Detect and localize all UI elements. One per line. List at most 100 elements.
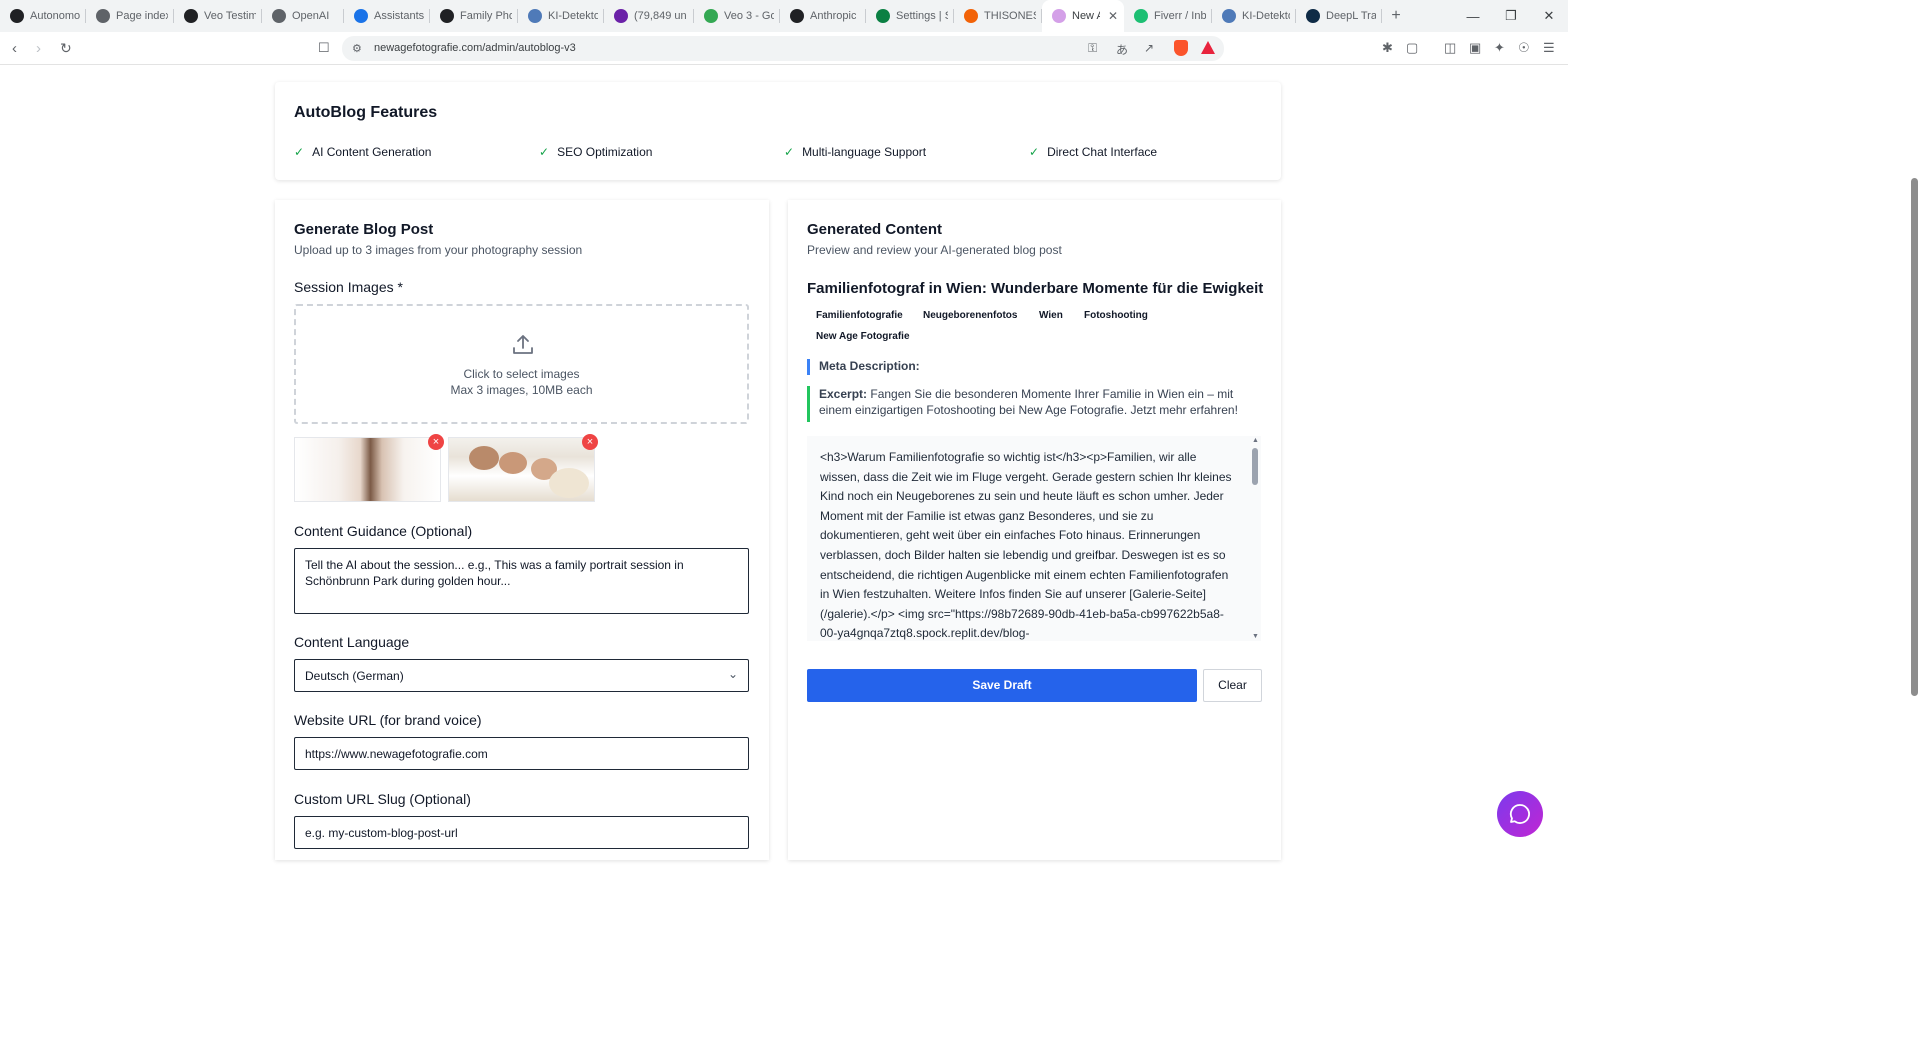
- tab-label: Fiverr / Inb: [1154, 10, 1206, 22]
- back-icon[interactable]: ‹: [12, 40, 17, 57]
- browser-tab[interactable]: Family Pho: [430, 0, 518, 32]
- browser-tab[interactable]: Settings | S: [866, 0, 954, 32]
- language-value: Deutsch (German): [305, 669, 404, 683]
- generate-subtitle: Upload up to 3 images from your photogra…: [294, 243, 583, 257]
- chat-button[interactable]: [1497, 791, 1543, 837]
- forward-icon[interactable]: ›: [36, 40, 41, 57]
- browser-tab[interactable]: Anthropic: [780, 0, 866, 32]
- upload-icon: [513, 335, 533, 354]
- check-icon: ✓: [539, 145, 550, 159]
- openai-icon: [184, 9, 198, 23]
- browser-tab[interactable]: Page index: [86, 0, 174, 32]
- post-tag: Familienfotografie: [816, 310, 903, 321]
- session-images-label: Session Images *: [294, 279, 403, 295]
- browser-tab[interactable]: OpenAI: [262, 0, 344, 32]
- brave-shield-icon[interactable]: [1174, 40, 1188, 56]
- sidebar-icon[interactable]: ◫: [1444, 40, 1456, 56]
- browser-toolbar: ‹ › ↻ ☐ ⚙ newagefotografie.com/admin/aut…: [0, 32, 1568, 65]
- tab-search-icon[interactable]: ▢: [1406, 40, 1418, 56]
- feature-label: Multi-language Support: [802, 145, 927, 159]
- post-tag: Wien: [1039, 310, 1063, 321]
- browser-tab[interactable]: KI-Detekto: [518, 0, 604, 32]
- website-input[interactable]: https://www.newagefotografie.com: [294, 737, 749, 770]
- guidance-textarea[interactable]: Tell the AI about the session... e.g., T…: [294, 548, 749, 614]
- content-preview[interactable]: <h3>Warum Familienfotografie so wichtig …: [807, 436, 1261, 641]
- minimize-icon[interactable]: —: [1454, 9, 1492, 24]
- session-photo: [449, 438, 594, 501]
- browser-tab[interactable]: KI-Detekto: [1212, 0, 1296, 32]
- browser-tab[interactable]: Assistants: [344, 0, 430, 32]
- openai-icon: [10, 9, 24, 23]
- remove-image-button[interactable]: ×: [582, 434, 598, 450]
- browser-tab[interactable]: Veo 3 - Go: [694, 0, 780, 32]
- tab-label: DeepL Tra: [1326, 10, 1376, 22]
- key-icon[interactable]: ⚿: [1088, 41, 1097, 56]
- deepl-icon: [1306, 9, 1320, 23]
- scroll-down-icon[interactable]: ▼: [1252, 633, 1259, 640]
- tab-label: (79,849 un: [634, 10, 687, 22]
- browser-tab[interactable]: Autonomo: [0, 0, 86, 32]
- reload-icon[interactable]: ↻: [60, 40, 72, 57]
- tab-active[interactable]: New A ✕: [1042, 0, 1124, 32]
- browser-tab[interactable]: THISONES: [954, 0, 1042, 32]
- excerpt-text: Fangen Sie die besonderen Momente Ihrer …: [819, 387, 1238, 417]
- tab-label: THISONES: [984, 10, 1036, 22]
- browser-tab[interactable]: Veo Testim: [174, 0, 262, 32]
- image-dropzone[interactable]: Click to select images Max 3 images, 10M…: [294, 304, 749, 424]
- page-scrollbar[interactable]: [1911, 178, 1918, 696]
- anthropic-icon: [790, 9, 804, 23]
- tab-label: Assistants: [374, 10, 424, 22]
- tab-label: KI-Detekto: [1242, 10, 1290, 22]
- tab-label: Page index: [116, 10, 168, 22]
- leo-ai-icon[interactable]: ✦: [1494, 40, 1505, 56]
- bookmark-icon[interactable]: ☐: [318, 40, 330, 56]
- tab-label: Family Pho: [460, 10, 512, 22]
- url-text[interactable]: newagefotografie.com/admin/autoblog-v3: [374, 42, 576, 54]
- content-text: <h3>Warum Familienfotografie so wichtig …: [820, 450, 1232, 641]
- address-bar[interactable]: ⚙ newagefotografie.com/admin/autoblog-v3…: [342, 36, 1224, 61]
- openai-icon: [440, 9, 454, 23]
- extensions-icon[interactable]: ✱: [1382, 40, 1393, 56]
- guidance-label: Content Guidance (Optional): [294, 523, 473, 539]
- new-tab-icon[interactable]: +: [1382, 7, 1410, 25]
- generated-card: Generated Content Preview and review you…: [788, 200, 1281, 860]
- browser-tab[interactable]: Fiverr / Inb: [1124, 0, 1212, 32]
- globe-icon: [354, 9, 368, 23]
- detector-icon: [528, 9, 542, 23]
- tab-label: OpenAI: [292, 10, 330, 22]
- scrollbar-thumb[interactable]: [1252, 448, 1258, 485]
- browser-tab[interactable]: DeepL Tra: [1296, 0, 1382, 32]
- scroll-up-icon[interactable]: ▲: [1252, 437, 1259, 444]
- chevron-down-icon: ⌄: [727, 667, 738, 681]
- close-tab-icon[interactable]: ✕: [1108, 9, 1118, 23]
- website-label: Website URL (for brand voice): [294, 712, 482, 728]
- feature-label: AI Content Generation: [312, 145, 432, 159]
- language-select[interactable]: Deutsch (German) ⌄: [294, 659, 749, 692]
- tab-label: KI-Detekto: [548, 10, 598, 22]
- post-tag: Fotoshooting: [1084, 310, 1148, 321]
- translate-icon[interactable]: あ: [1116, 41, 1128, 58]
- check-icon: ✓: [784, 145, 795, 159]
- generate-card: Generate Blog Post Upload up to 3 images…: [275, 200, 769, 860]
- content-scrollbar[interactable]: ▲ ▼: [1251, 436, 1259, 641]
- remove-image-button[interactable]: ×: [428, 434, 444, 450]
- site-info-icon[interactable]: ⚙: [352, 42, 362, 55]
- mail-icon: [614, 9, 628, 23]
- brave-rewards-icon[interactable]: [1201, 41, 1215, 54]
- session-photo: [295, 438, 440, 501]
- features-card: AutoBlog Features ✓ AI Content Generation…: [275, 82, 1281, 180]
- slug-input[interactable]: e.g. my-custom-blog-post-url: [294, 816, 749, 849]
- menu-icon[interactable]: ☰: [1543, 40, 1555, 56]
- restore-icon[interactable]: ❐: [1492, 8, 1530, 24]
- vpn-icon[interactable]: ☉: [1518, 40, 1530, 56]
- check-icon: ✓: [294, 145, 305, 159]
- save-draft-button[interactable]: Save Draft: [807, 669, 1197, 702]
- share-icon[interactable]: ↗: [1144, 41, 1154, 55]
- clear-button[interactable]: Clear: [1203, 669, 1262, 702]
- wallet-icon[interactable]: ▣: [1469, 40, 1481, 56]
- tab-label: Settings | S: [896, 10, 948, 22]
- close-window-icon[interactable]: ✕: [1530, 8, 1568, 24]
- browser-tab[interactable]: (79,849 un: [604, 0, 694, 32]
- browser-tab-bar: Autonomo Page index Veo Testim OpenAI Assist…: [0, 0, 1568, 32]
- settings-icon: [876, 9, 890, 23]
